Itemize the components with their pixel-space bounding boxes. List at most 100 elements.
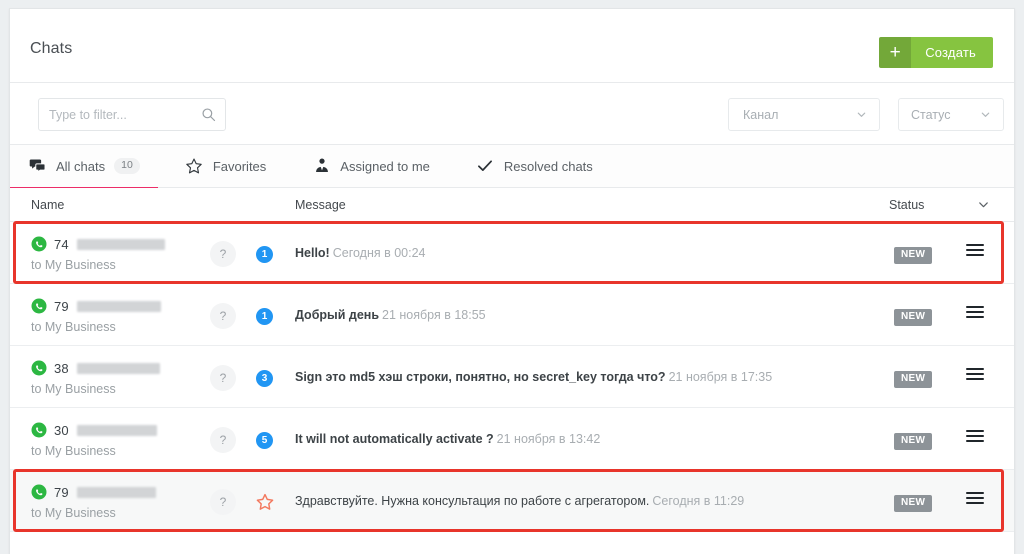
search-input[interactable]: [49, 99, 199, 130]
tab-favorites-label: Favorites: [212, 158, 267, 174]
tab-resolved-chats-label: Resolved chats: [503, 158, 593, 174]
chat-message-time: 21 ноября в 18:55: [382, 308, 486, 322]
whatsapp-icon: [31, 298, 47, 314]
chevron-down-icon: [974, 109, 1003, 120]
unread-count-badge[interactable]: 3: [256, 370, 273, 387]
chat-message-cell: Добрый день 21 ноября в 18:55: [295, 308, 854, 322]
avatar[interactable]: ?: [210, 303, 236, 329]
chat-subtitle: to My Business: [31, 382, 116, 396]
chat-phone-number: 74: [54, 236, 69, 252]
chat-message-text: Добрый день: [295, 308, 380, 322]
chat-subtitle: to My Business: [31, 444, 116, 458]
unread-count-badge[interactable]: 1: [256, 308, 273, 325]
status-cell: NEW: [894, 430, 933, 450]
status-badge: NEW: [894, 247, 933, 264]
column-header-status: Status: [889, 198, 925, 212]
column-header-message: Message: [295, 198, 346, 212]
chat-message-text: It will not automatically activate ?: [295, 432, 494, 446]
chat-message-text: Здравствуйте. Нужна консультация по рабо…: [295, 494, 650, 508]
column-header-name: Name: [31, 198, 65, 212]
avatar[interactable]: ?: [210, 427, 236, 453]
avatar[interactable]: ?: [210, 365, 236, 391]
tab-assigned-to-me[interactable]: Assigned to me: [295, 145, 447, 188]
chat-phone-number: 79: [54, 484, 69, 500]
status-cell: NEW: [894, 492, 933, 512]
row-menu-icon[interactable]: [966, 430, 984, 446]
row-menu-icon[interactable]: [966, 306, 984, 322]
redacted-number: [76, 362, 160, 374]
redacted-number: [76, 424, 157, 436]
chat-name-cell: 74 to My Business: [31, 235, 201, 272]
create-button[interactable]: + Создать: [879, 37, 993, 68]
chat-subtitle: to My Business: [31, 258, 116, 272]
chat-message-time: Сегодня в 00:24: [332, 246, 426, 260]
chat-message-cell: Здравствуйте. Нужна консультация по рабо…: [295, 494, 854, 508]
app-page: Chats + Создать Канал: [0, 0, 1024, 554]
status-badge: NEW: [894, 309, 933, 326]
redacted-number: [76, 486, 156, 498]
search-icon: [201, 107, 216, 122]
avatar[interactable]: ?: [210, 241, 236, 267]
favorite-star-icon[interactable]: [255, 492, 275, 512]
whatsapp-icon: [31, 236, 47, 252]
search-box[interactable]: [38, 98, 226, 131]
chats-card: Chats + Создать Канал: [9, 8, 1015, 554]
table-row[interactable]: 74 to My Business? 1 Hello! Сегодня в 00:24 N…: [10, 221, 1014, 284]
tab-all-chats-label: All chats: [56, 158, 106, 174]
chat-message-time: 21 ноября в 13:42: [496, 432, 601, 446]
sort-chevron-down-icon[interactable]: [977, 198, 990, 216]
chat-phone-number: 79: [54, 298, 69, 314]
plus-icon: +: [879, 37, 912, 68]
tab-favorites[interactable]: Favorites: [168, 145, 283, 188]
status-badge: NEW: [894, 433, 933, 450]
chat-phone-number: 30: [54, 422, 69, 438]
chat-message-cell: Sign это md5 хэш строки, понятно, но sec…: [295, 370, 854, 384]
create-button-label: Создать: [911, 37, 993, 68]
status-filter-select[interactable]: Статус: [898, 98, 1004, 131]
chat-message-time: 21 ноября в 17:35: [668, 370, 773, 384]
channel-filter-label: Канал: [743, 107, 779, 122]
redacted-number: [76, 238, 165, 250]
status-filter-label: Статус: [911, 107, 951, 122]
chat-message-cell: Hello! Сегодня в 00:24: [295, 246, 854, 260]
table-header: Name Message Status: [10, 188, 1014, 222]
chat-subtitle: to My Business: [31, 320, 116, 334]
chat-name-cell: 30 to My Business: [31, 421, 201, 458]
star-icon: [185, 157, 204, 176]
chevron-down-icon: [850, 109, 879, 120]
chat-list: 74 to My Business? 1 Hello! Сегодня в 00:24 N…: [10, 221, 1014, 532]
channel-filter-select[interactable]: Канал: [728, 98, 880, 131]
tab-bar: All chats 10 Favorites Assigned to me Re…: [10, 145, 1014, 189]
chat-phone-number: 38: [54, 360, 69, 376]
check-icon: [476, 157, 495, 176]
tab-resolved-chats[interactable]: Resolved chats: [459, 145, 610, 188]
status-cell: NEW: [894, 368, 933, 388]
tab-all-chats[interactable]: All chats 10: [10, 145, 158, 189]
row-menu-icon[interactable]: [966, 368, 984, 384]
chat-message-time: Сегодня в 11:29: [652, 494, 745, 508]
unread-count-badge[interactable]: 5: [256, 432, 273, 449]
tab-all-chats-count: 10: [114, 158, 140, 174]
chat-message-cell: It will not automatically activate ? 21 н…: [295, 432, 854, 446]
page-title: Chats: [30, 40, 73, 57]
assigned-person-icon: [312, 157, 331, 176]
row-menu-icon[interactable]: [966, 492, 984, 508]
whatsapp-icon: [31, 360, 47, 376]
whatsapp-icon: [31, 422, 47, 438]
chats-icon: [28, 157, 47, 176]
redacted-number: [76, 300, 161, 312]
table-row[interactable]: 38 to My Business? 3 Sign это md5 хэш строк…: [10, 346, 1014, 408]
row-menu-icon[interactable]: [966, 244, 984, 260]
chat-message-text: Sign это md5 хэш строки, понятно, но sec…: [295, 370, 666, 384]
table-row[interactable]: 79 to My Business? Здравствуйте. Нужна кон…: [10, 469, 1014, 532]
table-row[interactable]: 30 to My Business? 5 It will not automatica…: [10, 408, 1014, 470]
unread-count-badge[interactable]: 1: [256, 246, 273, 263]
status-badge: NEW: [894, 495, 933, 512]
avatar[interactable]: ?: [210, 489, 236, 515]
chat-subtitle: to My Business: [31, 506, 116, 520]
chat-name-cell: 79 to My Business: [31, 483, 201, 520]
tab-assigned-to-me-label: Assigned to me: [340, 158, 430, 174]
table-row[interactable]: 79 to My Business? 1 Добрый день 21 ноября в…: [10, 284, 1014, 346]
whatsapp-icon: [31, 484, 47, 500]
status-cell: NEW: [894, 244, 933, 264]
